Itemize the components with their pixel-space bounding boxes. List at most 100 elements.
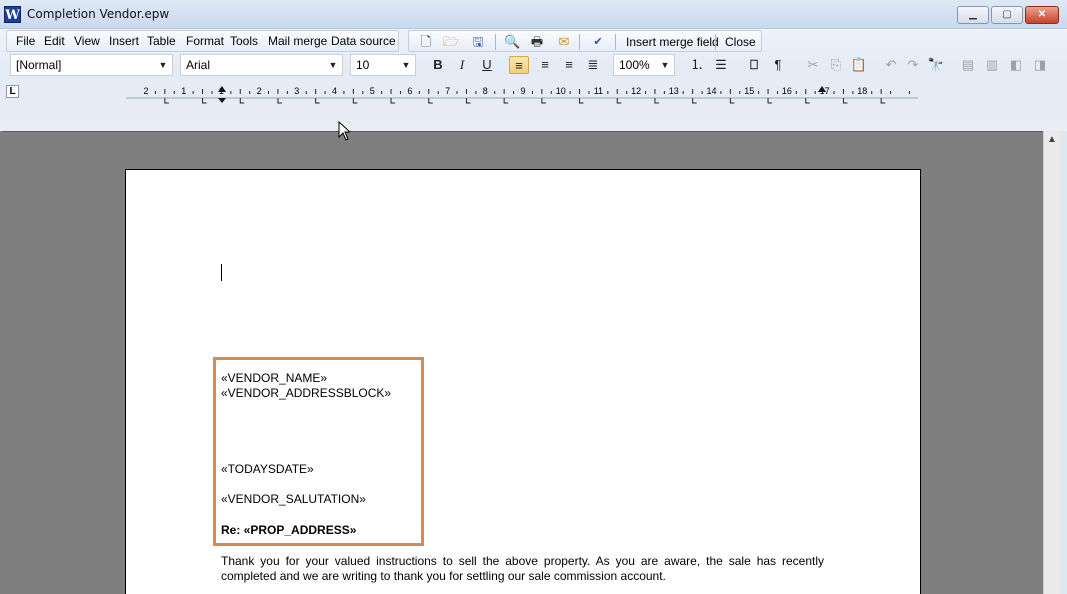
mouse-pointer-icon [338, 121, 350, 141]
paste-icon[interactable]: 📋 [849, 56, 869, 74]
standard-toolbar: 🗋 🗁 🖫 🔍 🖶 ✉ ✔ Insert merge field Close [408, 30, 762, 52]
undo-icon[interactable]: ↶ [881, 56, 901, 74]
table-icon[interactable]: ▤ [958, 56, 978, 74]
tab-stop-marker [579, 98, 584, 104]
tab-stop-marker [390, 98, 396, 104]
ruler-label: 2 [257, 86, 262, 96]
new-document-icon[interactable]: 🗋 [418, 34, 434, 50]
document-page[interactable]: «VENDOR_NAME» «VENDOR_ADDRESSBLOCK» «TOD… [125, 169, 921, 594]
merge-field-vendor-salutation[interactable]: «VENDOR_SALUTATION» [221, 492, 366, 506]
ruler-label: 8 [483, 86, 488, 96]
tab-stop-marker [729, 98, 735, 104]
text-cursor [221, 264, 222, 281]
ruler[interactable]: 21123456789101112131415161718 [126, 82, 918, 104]
numbered-list-icon[interactable]: ⒈ [687, 56, 707, 74]
chevron-down-icon: ▼ [401, 60, 411, 70]
cut-icon[interactable]: ✂ [803, 56, 823, 74]
paragraph-marks-icon[interactable]: ¶ [768, 56, 788, 74]
ruler-label: 13 [669, 86, 679, 96]
bullet-list-icon[interactable]: ☰ [711, 56, 731, 74]
merge-field-re-line[interactable]: Re: «PROP_ADDRESS» [221, 523, 356, 537]
toolbar-area: File Edit View Insert Table Format Tools… [0, 29, 1067, 131]
separator [495, 34, 496, 50]
merge-field-vendor-name[interactable]: «VENDOR_NAME» [221, 371, 327, 385]
bold-icon[interactable]: B [428, 56, 448, 74]
tab-stop-marker [616, 98, 622, 104]
scroll-up-icon[interactable]: ▲ [1044, 131, 1060, 149]
menu-edit[interactable]: Edit [44, 34, 65, 48]
tab-stop-marker [352, 98, 358, 104]
tab-stop-marker [503, 98, 509, 104]
body-paragraph[interactable]: Thank you for your valued instructions t… [221, 554, 824, 584]
zoom-select[interactable]: 100% ▼ [613, 54, 675, 76]
ruler-scale: 21123456789101112131415161718 [126, 86, 918, 104]
ruler-label: 3 [294, 86, 299, 96]
menu-data-source[interactable]: Data source [331, 34, 396, 48]
close-merge-button[interactable]: Close [725, 35, 756, 49]
align-right-icon[interactable]: ≡ [559, 56, 579, 74]
save-icon[interactable]: 🖫 [470, 34, 486, 50]
app-icon[interactable]: W [4, 6, 21, 23]
menu-mail-merge[interactable]: Mail merge [268, 34, 327, 48]
justify-icon[interactable]: ≣ [583, 56, 603, 74]
menu-format[interactable]: Format [186, 34, 224, 48]
tab-stop-marker [239, 98, 245, 104]
align-center-icon[interactable]: ≡ [535, 56, 555, 74]
align-left-icon[interactable]: ≡ [509, 56, 529, 74]
menu-file[interactable]: File [16, 34, 35, 48]
menu-table[interactable]: Table [147, 34, 176, 48]
insert-merge-field-button[interactable]: Insert merge field [626, 35, 719, 49]
font-size-value: 10 [356, 58, 370, 72]
spellcheck-icon[interactable]: ✔ [590, 34, 606, 50]
separator [715, 34, 716, 50]
zoom-value: 100% [619, 58, 650, 72]
tab-stop-marker [202, 98, 207, 104]
email-icon[interactable]: ✉ [556, 34, 572, 50]
font-value: Arial [186, 58, 211, 72]
copy-icon[interactable]: ⎘ [826, 56, 846, 74]
italic-icon[interactable]: I [452, 56, 472, 74]
tab-stop-marker [277, 98, 282, 104]
print-icon[interactable]: 🖶 [529, 34, 545, 50]
vertical-scrollbar[interactable]: ▲ [1043, 131, 1060, 594]
tab-stop-marker [767, 98, 773, 104]
page-break-icon[interactable]: ⎕ [744, 56, 764, 74]
close-window-button[interactable]: ✕ [1025, 6, 1059, 24]
separator [579, 34, 580, 50]
minimize-button[interactable]: ▁ [957, 6, 989, 24]
style-value: [Normal] [16, 58, 62, 72]
ruler-label: 16 [782, 86, 792, 96]
tab-stop-marker [315, 98, 320, 104]
style-select[interactable]: [Normal] ▼ [10, 54, 173, 76]
chevron-down-icon: ▼ [328, 60, 338, 70]
table-row-icon[interactable]: ◨ [1030, 56, 1050, 74]
merge-field-todays-date[interactable]: «TODAYSDATE» [221, 462, 314, 476]
chevron-down-icon: ▼ [660, 60, 670, 70]
table-column-icon[interactable]: ◧ [1006, 56, 1026, 74]
find-icon[interactable]: 🔭 [926, 56, 946, 74]
ruler-label: 10 [556, 86, 566, 96]
ruler-label: 2 [143, 86, 148, 96]
open-folder-icon[interactable]: 🗁 [443, 34, 459, 50]
redo-icon[interactable]: ↷ [903, 56, 923, 74]
merge-field-vendor-address[interactable]: «VENDOR_ADDRESSBLOCK» [221, 386, 391, 400]
font-size-select[interactable]: 10 ▼ [350, 54, 416, 76]
menu-tools[interactable]: Tools [230, 34, 258, 48]
ruler-label: 7 [445, 86, 450, 96]
title-bar: W Completion Vendor.epw ▁ ▢ ✕ [0, 0, 1067, 29]
maximize-button[interactable]: ▢ [991, 6, 1023, 24]
ruler-label: 14 [706, 86, 716, 96]
ruler-label: 11 [594, 86, 603, 96]
menu-view[interactable]: View [74, 34, 100, 48]
ruler-label: 5 [370, 86, 375, 96]
font-select[interactable]: Arial ▼ [180, 54, 343, 76]
table-insert-icon[interactable]: ▥ [982, 56, 1002, 74]
underline-icon[interactable]: U [477, 56, 497, 74]
window-frame [1060, 131, 1067, 594]
print-preview-icon[interactable]: 🔍 [504, 34, 520, 50]
tab-stop-marker [541, 98, 546, 104]
tab-type-selector[interactable]: L [6, 85, 19, 98]
ruler-label: 18 [857, 86, 867, 96]
tab-stop-marker [805, 98, 810, 104]
menu-insert[interactable]: Insert [109, 34, 139, 48]
